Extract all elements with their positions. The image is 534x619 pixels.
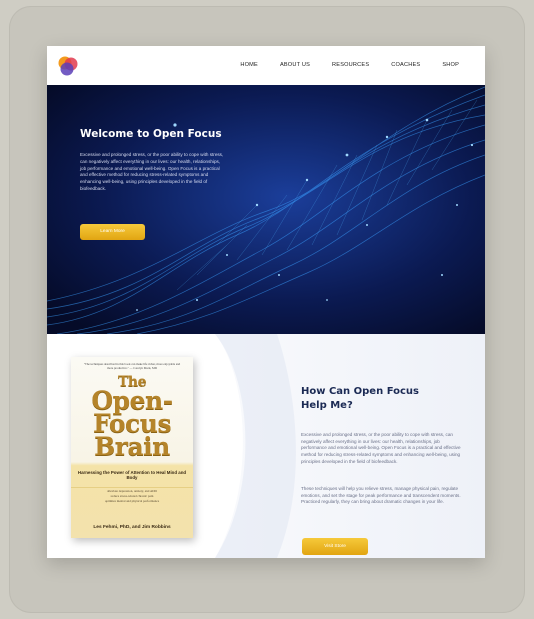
nav-shop-link[interactable]: SHOP — [442, 62, 459, 68]
book-authors: Les Fehmi, PhD, and Jim Robbins — [93, 525, 171, 530]
book-benefits: alleviate depression, anxiety, and ADD r… — [77, 489, 187, 505]
visit-store-button[interactable]: Visit Store — [302, 538, 368, 555]
help-paragraph: These techniques will help you relieve s… — [301, 486, 461, 505]
book-subtitle: Harnessing the Power of Attention to Hea… — [77, 470, 187, 481]
nav-resources-link[interactable]: RESOURCES — [332, 62, 369, 68]
network-wave-image — [47, 85, 485, 334]
hero-banner: Welcome to Open Focus Excessive and prol… — [47, 85, 485, 334]
book-title-line: Brain — [94, 432, 170, 461]
book-quote: "The techniques described in this book c… — [83, 362, 181, 370]
book-cover-image[interactable]: "The techniques described in this book c… — [71, 357, 193, 538]
book-benefit-item: optimize mental and physical performance — [104, 499, 160, 504]
nav-about-link[interactable]: ABOUT US — [280, 62, 310, 68]
nav-home-link[interactable]: HOME — [240, 62, 258, 68]
learn-more-button[interactable]: Learn More — [80, 224, 145, 240]
top-navigation: HOME ABOUT US RESOURCES COACHES SHOP — [47, 46, 485, 85]
main-menu: HOME ABOUT US RESOURCES COACHES SHOP — [218, 62, 459, 68]
website-page: HOME ABOUT US RESOURCES COACHES SHOP Wel… — [47, 46, 485, 558]
logo-icon[interactable] — [57, 55, 79, 77]
hero-title: Welcome to Open Focus — [80, 128, 222, 140]
help-section: "The techniques described in this book c… — [47, 334, 485, 558]
hero-description: Excessive and prolonged stress, or the p… — [80, 152, 224, 191]
nav-coaches-link[interactable]: COACHES — [391, 62, 420, 68]
help-heading: How Can Open Focus Help Me? — [301, 386, 419, 411]
book-title: The Open- Focus Brain — [71, 375, 193, 461]
help-paragraph: Excessive and prolonged stress, or the p… — [301, 432, 461, 464]
